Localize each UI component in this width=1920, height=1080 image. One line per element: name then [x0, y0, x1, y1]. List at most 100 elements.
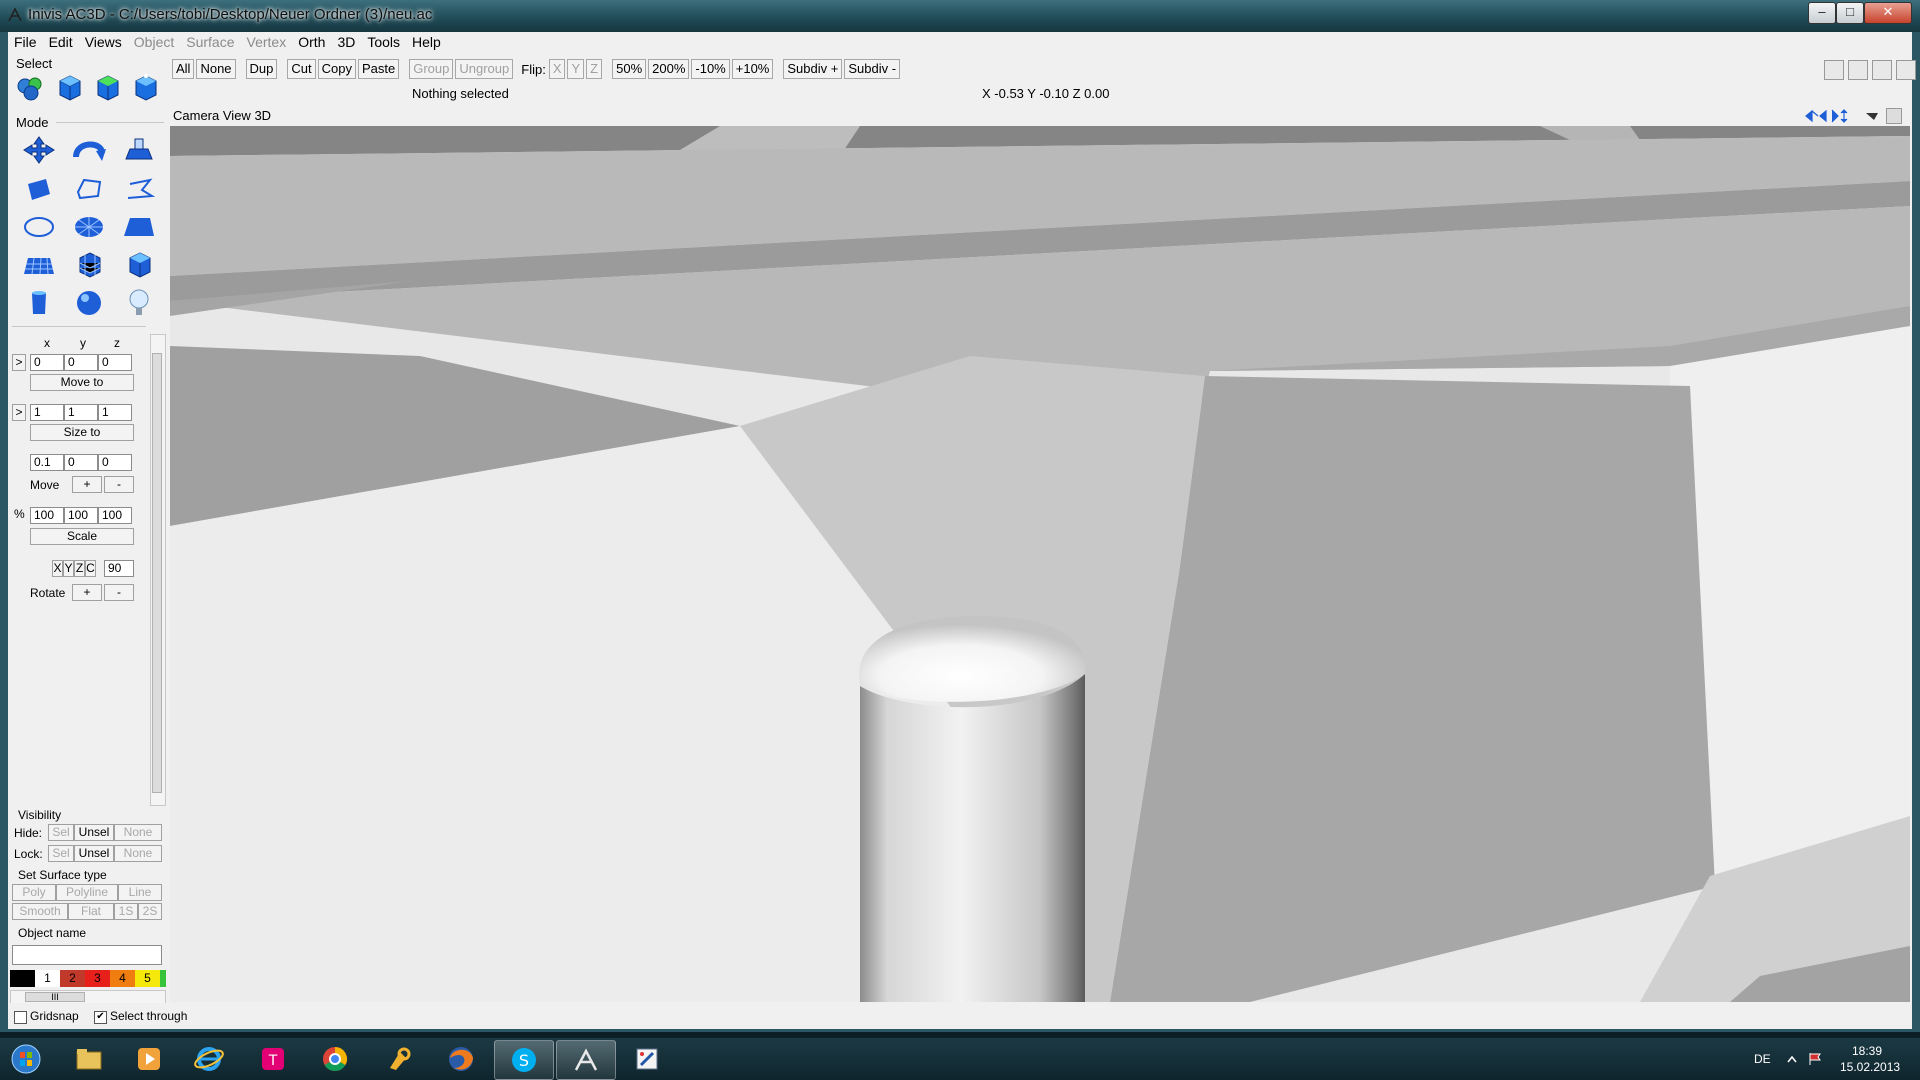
three-view-layout-icon[interactable] — [1872, 60, 1892, 80]
lock-selected-button[interactable]: Sel — [48, 845, 74, 862]
mode-circle-tool[interactable] — [16, 209, 62, 245]
taskbar-media-player[interactable] — [120, 1040, 178, 1078]
palette-scroll-thumb[interactable]: III — [25, 992, 85, 1002]
rotate-minus-button[interactable]: - — [104, 584, 134, 601]
view-menu[interactable]: View — [223, 108, 251, 123]
scale-y-input[interactable]: 100 — [64, 507, 98, 524]
rotate-center-toggle[interactable]: C — [85, 560, 96, 577]
mode-rotate-tool[interactable] — [66, 132, 112, 168]
mode-mesh-tool[interactable] — [16, 247, 62, 283]
select-none-button[interactable]: None — [196, 59, 236, 79]
size-z-input[interactable]: 1 — [98, 404, 132, 421]
color-swatch-black[interactable] — [10, 970, 35, 987]
mode-polygon-tool[interactable] — [16, 171, 62, 207]
rotate-z-toggle[interactable]: Z — [74, 560, 85, 577]
copy-button[interactable]: Copy — [317, 59, 356, 79]
rotate-angle-input[interactable]: 90 — [104, 560, 134, 577]
clock-time[interactable]: 18:39 — [1852, 1044, 1882, 1058]
select-group-tool[interactable] — [12, 70, 50, 106]
color-swatch-5[interactable]: 5 — [135, 970, 160, 987]
menu-vertex[interactable]: Vertex — [241, 32, 293, 52]
mode-subdivided-box-tool[interactable] — [66, 247, 112, 283]
surface-poly-button[interactable]: Poly — [12, 884, 56, 901]
position-y-input[interactable]: 0 — [64, 354, 98, 371]
move-minus-button[interactable]: - — [104, 476, 134, 493]
mode-sphere-tool[interactable] — [66, 285, 112, 321]
surface-smooth-button[interactable]: Smooth — [12, 903, 68, 920]
scale-button[interactable]: Scale — [30, 528, 134, 545]
scale-x-input[interactable]: 100 — [30, 507, 64, 524]
mode-polyline-tool[interactable] — [66, 171, 112, 207]
3d-viewport[interactable] — [170, 126, 1910, 1002]
surface-flat-button[interactable]: Flat — [68, 903, 114, 920]
taskbar-internet-explorer[interactable] — [180, 1040, 238, 1078]
scroll-thumb[interactable] — [152, 353, 162, 793]
camera-reset-icon[interactable] — [1864, 108, 1880, 124]
menu-object[interactable]: Object — [128, 32, 180, 52]
tray-expand-icon[interactable] — [1786, 1054, 1798, 1064]
minimize-button[interactable]: – — [1808, 2, 1836, 24]
lock-none-button[interactable]: None — [114, 845, 162, 862]
mode-box-tool[interactable] — [116, 247, 162, 283]
select-object-tool[interactable] — [50, 70, 88, 106]
zoom-200-button[interactable]: 200% — [648, 59, 690, 79]
3d-scene-render[interactable] — [170, 126, 1910, 1002]
taskbar-ac3d[interactable] — [556, 1040, 616, 1080]
surface-line-button[interactable]: Line — [118, 884, 162, 901]
surface-polyline-button[interactable]: Polyline — [56, 884, 118, 901]
group-button[interactable]: Group — [409, 59, 454, 79]
size-x-input[interactable]: 1 — [30, 404, 64, 421]
menu-tools[interactable]: Tools — [361, 32, 406, 52]
mode-rectangle-tool[interactable] — [116, 209, 162, 245]
rotate-y-toggle[interactable]: Y — [63, 560, 74, 577]
select-through-checkbox[interactable]: ✔ — [94, 1011, 107, 1024]
menu-help[interactable]: Help — [406, 32, 447, 52]
position-x-input[interactable]: 0 — [30, 354, 64, 371]
flip-y-button[interactable]: Y — [567, 59, 585, 79]
surface-one-sided-button[interactable]: 1S — [114, 903, 138, 920]
taskbar-explorer[interactable] — [60, 1040, 118, 1078]
rotate-plus-button[interactable]: + — [72, 584, 102, 601]
hide-none-button[interactable]: None — [114, 824, 162, 841]
action-center-flag-icon[interactable] — [1808, 1052, 1824, 1066]
panel-vertical-scrollbar[interactable] — [150, 334, 166, 806]
select-surface-tool[interactable] — [88, 70, 126, 106]
start-button[interactable] — [0, 1040, 52, 1078]
duplicate-button[interactable]: Dup — [245, 59, 278, 79]
size-y-input[interactable]: 1 — [64, 404, 98, 421]
move-plus-button[interactable]: + — [72, 476, 102, 493]
zoom-50-button[interactable]: 50% — [612, 59, 647, 79]
size-to-button[interactable]: Size to — [30, 424, 134, 441]
mode-disc-tool[interactable] — [66, 209, 112, 245]
paste-button[interactable]: Paste — [357, 59, 400, 79]
mode-move-tool[interactable] — [16, 132, 62, 168]
select-vertex-tool[interactable] — [126, 70, 164, 106]
menu-surface[interactable]: Surface — [180, 32, 240, 52]
palette-horizontal-scrollbar[interactable]: III — [10, 990, 166, 1004]
color-swatch-1[interactable]: 1 — [35, 970, 60, 987]
get-position-button[interactable]: > — [12, 354, 26, 371]
taskbar-paint-app[interactable] — [618, 1040, 676, 1078]
taskbar-tools-app[interactable] — [370, 1040, 428, 1078]
flip-z-button[interactable]: Z — [586, 59, 603, 79]
hide-unselected-button[interactable]: Unsel — [74, 824, 114, 841]
move-step-y-input[interactable]: 0 — [64, 454, 98, 471]
input-language-indicator[interactable]: DE — [1754, 1052, 1771, 1066]
scale-z-input[interactable]: 100 — [98, 507, 132, 524]
subdiv-plus-button[interactable]: Subdiv + — [783, 59, 843, 79]
ungroup-button[interactable]: Ungroup — [455, 59, 514, 79]
hide-selected-button[interactable]: Sel — [48, 824, 74, 841]
maximize-view-icon[interactable] — [1886, 108, 1902, 124]
position-z-input[interactable]: 0 — [98, 354, 132, 371]
color-swatch-2[interactable]: 2 — [60, 970, 85, 987]
menu-3d[interactable]: 3D — [331, 32, 361, 52]
select-all-button[interactable]: All — [172, 59, 195, 79]
four-view-layout-icon[interactable] — [1896, 60, 1916, 80]
move-step-z-input[interactable]: 0 — [98, 454, 132, 471]
clock-date[interactable]: 15.02.2013 — [1840, 1060, 1900, 1074]
color-swatch-4[interactable]: 4 — [110, 970, 135, 987]
view-mode-label[interactable]: 3D — [254, 108, 271, 123]
gridsnap-checkbox[interactable] — [14, 1011, 27, 1024]
mode-line-tool[interactable] — [116, 171, 162, 207]
surface-two-sided-button[interactable]: 2S — [138, 903, 162, 920]
